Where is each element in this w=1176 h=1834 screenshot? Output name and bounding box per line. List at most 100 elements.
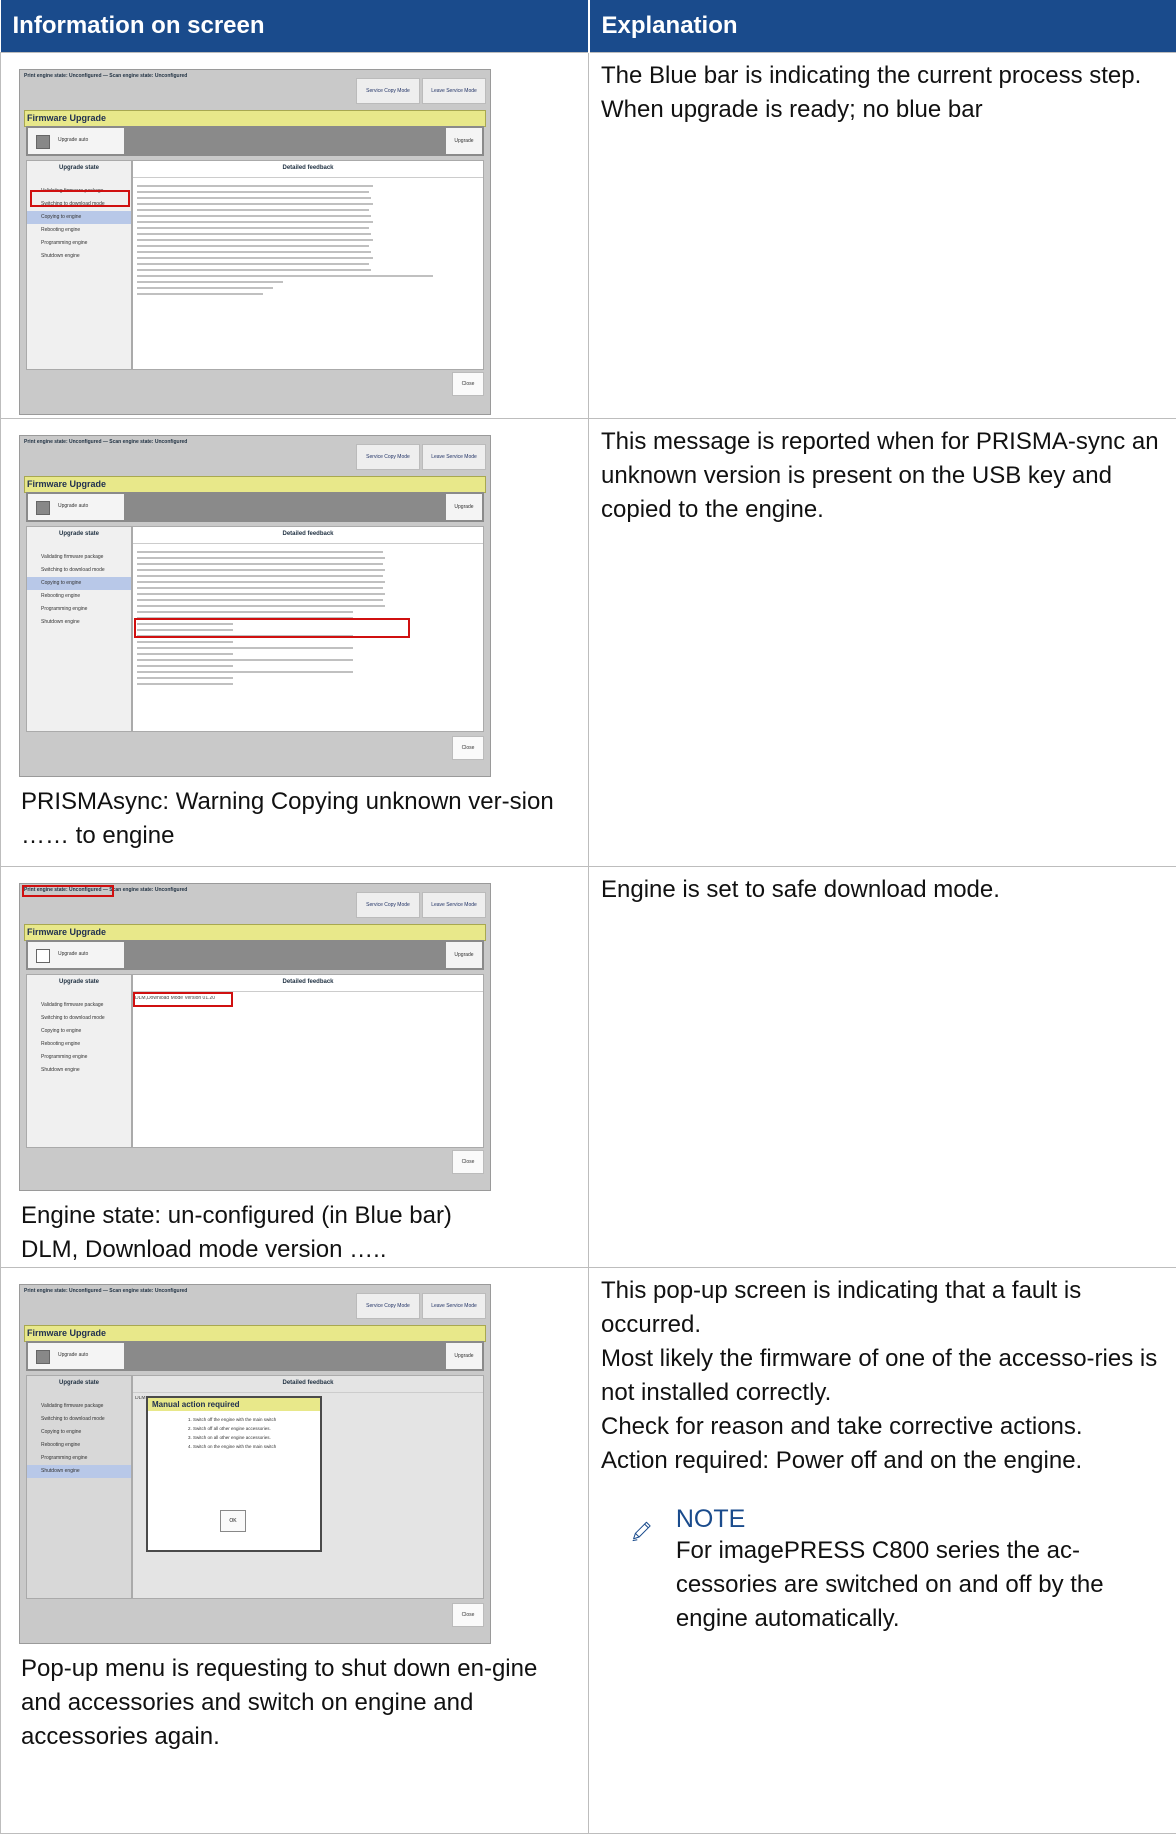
ok-button: OK (220, 1510, 246, 1532)
upgrade-state-pane: Upgrade state Validating firmware packag… (26, 1375, 132, 1599)
screenshot-cell: Print engine state: Unconfigured — Scan … (1, 1268, 589, 1834)
explanation-text: The Blue bar is indicating the current p… (601, 59, 1164, 93)
upgrade-auto-label: Upgrade auto (58, 1352, 88, 1358)
firmware-upgrade-title: Firmware Upgrade (24, 476, 486, 493)
service-copy-mode-button: Service Copy Mode (356, 1293, 420, 1319)
checkbox-icon (36, 949, 50, 963)
screenshot-cell: Print engine state: Unconfigured — Scan … (1, 419, 589, 867)
engine-status-text: Print engine state: Unconfigured — Scan … (24, 1288, 187, 1294)
upgrade-auto-label: Upgrade auto (58, 503, 88, 509)
highlight-box (134, 618, 410, 638)
detailed-feedback-heading: Detailed feedback (133, 975, 483, 992)
table-row: Print engine state: Unconfigured — Scan … (1, 867, 1176, 1268)
close-button: Close (452, 1150, 484, 1174)
detailed-feedback-heading: Detailed feedback (133, 161, 483, 178)
step-item: Programming engine (27, 1452, 131, 1465)
service-copy-mode-button: Service Copy Mode (356, 78, 420, 104)
table-row: Print engine state: Unconfigured — Scan … (1, 1268, 1176, 1834)
manual-action-popup: Manual action required 1. Switch off the… (146, 1396, 322, 1552)
explanation-cell: This pop-up screen is indicating that a … (589, 1268, 1176, 1834)
step-item: Rebooting engine (27, 224, 131, 237)
step-item: Switching to download mode (27, 1413, 131, 1426)
leave-service-mode-button: Leave Service Mode (422, 1293, 486, 1319)
explanation-text: When upgrade is ready; no blue bar (601, 93, 1164, 127)
explanation-text: Check for reason and take corrective act… (601, 1410, 1164, 1444)
upgrade-toolbar: Upgrade auto Upgrade (26, 1341, 484, 1371)
caption-text: Pop-up menu is requesting to shut down e… (19, 1652, 570, 1754)
upgrade-auto-toggle: Upgrade auto (28, 494, 124, 520)
caption-text: PRISMAsync: Warning Copying unknown ver-… (19, 785, 570, 853)
upgrade-button: Upgrade (446, 494, 482, 520)
service-copy-mode-button: Service Copy Mode (356, 892, 420, 918)
step-item: Shutdown engine (27, 1064, 131, 1077)
explanation-text: Engine is set to safe download mode. (601, 873, 1164, 907)
highlight-box (22, 885, 114, 897)
explanation-text: Most likely the firmware of one of the a… (601, 1342, 1164, 1410)
step-item: Copying to engine (27, 1426, 131, 1439)
explanation-text: Action required: Power off and on the en… (601, 1444, 1164, 1478)
close-button: Close (452, 1603, 484, 1627)
step-item-current: Copying to engine (27, 211, 131, 224)
download-mode-screenshot: Print engine state: Unconfigured — Scan … (19, 883, 491, 1191)
header-explanation: Explanation (589, 0, 1176, 53)
step-item: Programming engine (27, 237, 131, 250)
detailed-feedback-heading: Detailed feedback (133, 1376, 483, 1393)
table-header-row: Information on screen Explanation (1, 0, 1176, 53)
step-item: Validating firmware package (27, 999, 131, 1012)
note-box: NOTE For imagePRESS C800 series the ac-c… (629, 1504, 1164, 1636)
upgrade-state-pane: Upgrade state Validating firmware packag… (26, 526, 132, 732)
popup-step: 3. Switch on all other engine accessorie… (188, 1435, 320, 1444)
manual-action-screenshot: Print engine state: Unconfigured — Scan … (19, 1284, 491, 1644)
note-text: For imagePRESS C800 series the ac-cessor… (676, 1534, 1164, 1636)
upgrade-toolbar: Upgrade auto Upgrade (26, 940, 484, 970)
pencil-icon (629, 1504, 654, 1558)
header-information: Information on screen (1, 0, 589, 53)
upgrade-auto-toggle: Upgrade auto (28, 942, 124, 968)
upgrade-state-heading: Upgrade state (27, 527, 131, 543)
highlight-box (133, 992, 233, 1007)
checkbox-icon (36, 1350, 50, 1364)
popup-step: 2. Switch off all other engine accessori… (188, 1426, 320, 1435)
detailed-feedback-heading: Detailed feedback (133, 527, 483, 544)
step-item: Validating firmware package (27, 1400, 131, 1413)
table-row: Print engine state: Unconfigured — Scan … (1, 419, 1176, 867)
upgrade-toolbar: Upgrade auto Upgrade (26, 126, 484, 156)
service-copy-mode-button: Service Copy Mode (356, 444, 420, 470)
step-item: Switching to download mode (27, 1012, 131, 1025)
close-button: Close (452, 736, 484, 760)
screenshot-cell: Print engine state: Unconfigured — Scan … (1, 867, 589, 1268)
step-item: Switching to download mode (27, 564, 131, 577)
leave-service-mode-button: Leave Service Mode (422, 444, 486, 470)
upgrade-button: Upgrade (446, 942, 482, 968)
step-item: Rebooting engine (27, 590, 131, 603)
upgrade-state-heading: Upgrade state (27, 975, 131, 991)
note-title: NOTE (676, 1504, 1164, 1534)
upgrade-auto-label: Upgrade auto (58, 137, 88, 143)
explanation-cell: Engine is set to safe download mode. (589, 867, 1176, 1268)
upgrade-auto-toggle: Upgrade auto (28, 1343, 124, 1369)
caption-line: Engine state: un-configured (in Blue bar… (19, 1199, 570, 1233)
step-item: Validating firmware package (27, 551, 131, 564)
checkbox-icon (36, 501, 50, 515)
upgrade-button: Upgrade (446, 128, 482, 154)
firmware-upgrade-title: Firmware Upgrade (24, 924, 486, 941)
firmware-upgrade-title: Firmware Upgrade (24, 110, 486, 127)
explanation-text: This pop-up screen is indicating that a … (601, 1274, 1164, 1342)
upgrade-toolbar: Upgrade auto Upgrade (26, 492, 484, 522)
step-item: Programming engine (27, 1051, 131, 1064)
explanation-cell: The Blue bar is indicating the current p… (589, 53, 1176, 419)
leave-service-mode-button: Leave Service Mode (422, 78, 486, 104)
highlight-box (30, 190, 130, 207)
leave-service-mode-button: Leave Service Mode (422, 892, 486, 918)
table-row: Print engine state: Unconfigured — Scan … (1, 53, 1176, 419)
step-item: Rebooting engine (27, 1439, 131, 1452)
unknown-version-screenshot: Print engine state: Unconfigured — Scan … (19, 435, 491, 777)
upgrade-state-pane: Upgrade state Validating firmware packag… (26, 974, 132, 1148)
close-button: Close (452, 372, 484, 396)
step-item-current: Shutdown engine (27, 1465, 131, 1478)
info-table: Information on screen Explanation Print … (0, 0, 1176, 1834)
engine-status-text: Print engine state: Unconfigured — Scan … (24, 439, 187, 445)
step-item: Shutdown engine (27, 616, 131, 629)
upgrade-state-heading: Upgrade state (27, 1376, 131, 1392)
upgrade-button: Upgrade (446, 1343, 482, 1369)
